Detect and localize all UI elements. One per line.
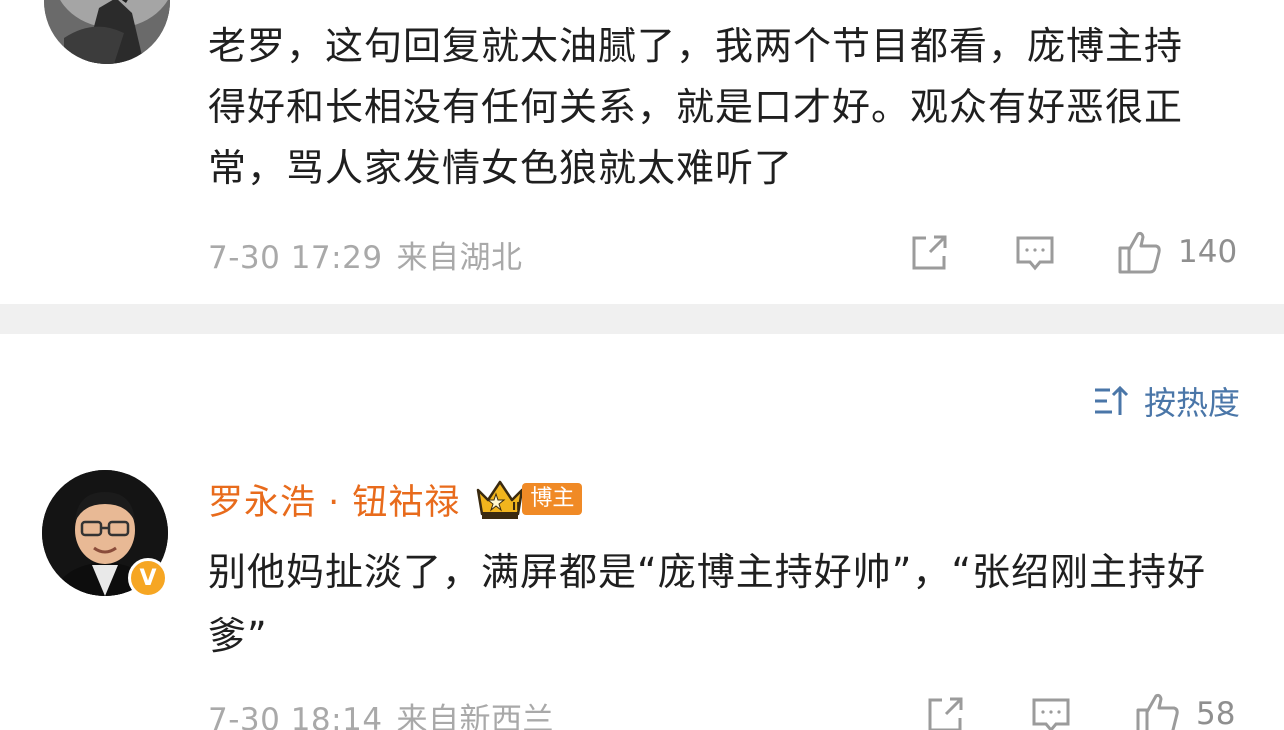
- comment-item: 老罗，这句回复就太油腻了，我两个节目都看，庞博主持得好和长相没有任何关系，就是口…: [0, 0, 1284, 304]
- avatar[interactable]: [44, 0, 170, 64]
- comment-location: 来自湖北: [396, 240, 523, 276]
- like-count: 58: [1196, 696, 1236, 730]
- sort-icon: [1092, 382, 1130, 420]
- comment-time: 7-30 17:29: [208, 240, 383, 276]
- comment-meta: 7-30 18:14 来自新西兰: [208, 694, 554, 730]
- comment-time: 7-30 18:14: [208, 702, 383, 730]
- thumbs-up-icon: [1134, 690, 1182, 730]
- comment-icon: [1030, 694, 1072, 730]
- reply-button[interactable]: [1014, 232, 1056, 278]
- share-button[interactable]: [924, 694, 966, 730]
- svg-text:II: II: [512, 500, 520, 513]
- share-icon: [908, 232, 950, 274]
- like-count: 140: [1178, 234, 1238, 270]
- comment-text: 别他妈扯淡了，满屏都是“庞博主持好帅”，“张绍刚主持好爹”: [208, 550, 1207, 658]
- host-badge: 博主: [522, 483, 583, 515]
- comment-icon: [1014, 232, 1056, 274]
- verified-badge: V: [128, 558, 168, 598]
- crown-icon: II: [474, 476, 526, 522]
- sort-label: 按热度: [1143, 384, 1240, 422]
- like-button[interactable]: 140: [1116, 228, 1237, 280]
- author-row: 罗永浩 · 钮祜禄 II 博主: [208, 474, 583, 525]
- like-button[interactable]: 58: [1134, 690, 1235, 730]
- comment-text: 老罗，这句回复就太油腻了，我两个节目都看，庞博主持得好和长相没有任何关系，就是口…: [208, 24, 1184, 190]
- share-button[interactable]: [908, 232, 950, 278]
- thumbs-up-icon: [1116, 228, 1164, 276]
- sort-button[interactable]: 按热度: [1092, 378, 1240, 424]
- avatar-image: [44, 0, 170, 64]
- section-divider: [0, 304, 1284, 334]
- reply-button[interactable]: [1030, 694, 1072, 730]
- comment-feed: 老罗，这句回复就太油腻了，我两个节目都看，庞博主持得好和长相没有任何关系，就是口…: [0, 0, 1284, 730]
- comment-meta: 7-30 17:29 来自湖北: [208, 232, 523, 277]
- author-name[interactable]: 罗永浩 · 钮祜禄: [208, 474, 460, 525]
- comment-location: 来自新西兰: [396, 702, 555, 730]
- share-icon: [924, 694, 966, 730]
